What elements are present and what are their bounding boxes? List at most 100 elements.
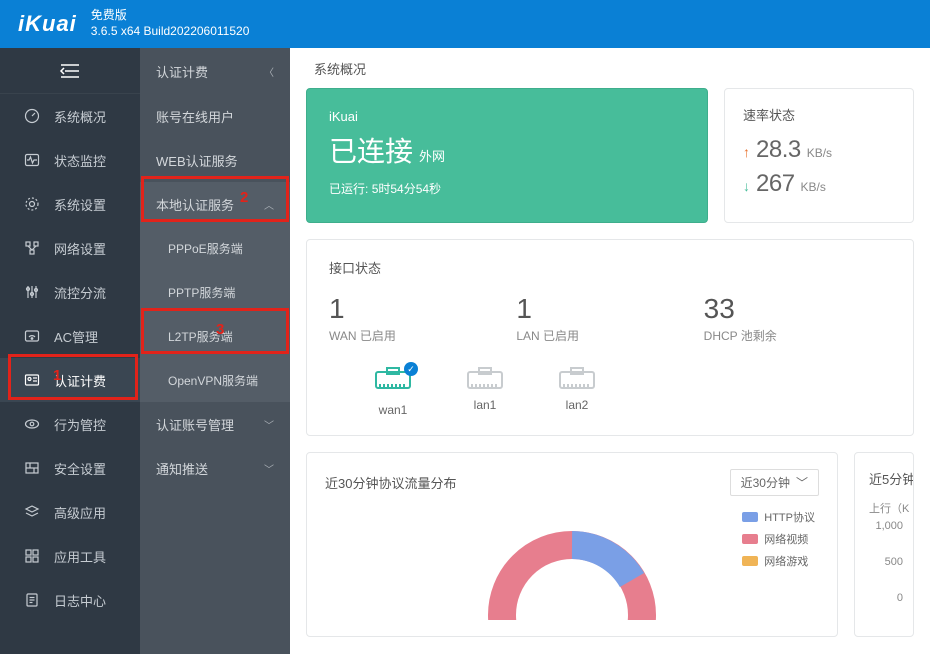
nav1-security[interactable]: 安全设置 bbox=[0, 446, 140, 490]
nav2-label: 账号在线用户 bbox=[156, 107, 234, 126]
nav1-auth[interactable]: 认证计费 bbox=[0, 358, 140, 402]
menu-icon bbox=[59, 63, 81, 79]
nav1-status[interactable]: 状态监控 bbox=[0, 138, 140, 182]
nav2-openvpn[interactable]: OpenVPN服务端 bbox=[140, 358, 290, 402]
nav2-pppoe[interactable]: PPPoE服务端 bbox=[140, 226, 290, 270]
iface-stat-lan: 1LAN 已启用 bbox=[516, 293, 703, 344]
traffic-legend: HTTP协议 网络视频 网络游戏 bbox=[742, 509, 815, 575]
nav1-behavior[interactable]: 行为管控 bbox=[0, 402, 140, 446]
wifi-icon bbox=[20, 328, 44, 344]
ethernet-port-icon bbox=[558, 366, 596, 392]
port-name: lan2 bbox=[566, 398, 589, 412]
port-name: wan1 bbox=[379, 403, 408, 417]
nav1-label: 流控分流 bbox=[54, 283, 106, 302]
sidebar-primary: 系统概况 状态监控 系统设置 网络设置 流控分流 AC管理 认证计费 行为管控 … bbox=[0, 48, 140, 654]
gauge-icon bbox=[20, 108, 44, 124]
check-icon: ✓ bbox=[404, 362, 418, 376]
rate-title: 速率状态 bbox=[743, 105, 895, 124]
card-rate: 速率状态 ↑ 28.3 KB/s ↓ 267 KB/s bbox=[724, 88, 914, 223]
nav1-label: 安全设置 bbox=[54, 459, 106, 478]
nav2-head[interactable]: 认证计费 〈 bbox=[140, 48, 290, 94]
nav2-label: 通知推送 bbox=[156, 459, 208, 478]
nav1-label: AC管理 bbox=[54, 327, 98, 346]
port-name: lan1 bbox=[474, 398, 497, 412]
iface-title: 接口状态 bbox=[329, 258, 891, 277]
connect-runtime: 已运行: 5时54分54秒 bbox=[329, 180, 685, 197]
arrow-up-icon: ↑ bbox=[743, 144, 750, 160]
rate-up-value: 28.3 bbox=[756, 136, 801, 164]
legend-swatch bbox=[742, 534, 758, 544]
version-label: 免费版 bbox=[91, 8, 250, 24]
legend-swatch bbox=[742, 512, 758, 522]
card-interface: 接口状态 1WAN 已启用 1LAN 已启用 33DHCP 池剩余 ✓ wan1… bbox=[306, 239, 914, 436]
eye-icon bbox=[20, 416, 44, 432]
port-wan1[interactable]: ✓ wan1 bbox=[353, 366, 433, 417]
app-header: iKuai 免费版 3.6.5 x64 Build202206011520 bbox=[0, 0, 930, 48]
nav1-label: 状态监控 bbox=[54, 151, 106, 170]
legend-item: 网络游戏 bbox=[742, 553, 815, 569]
nav2-online-users[interactable]: 账号在线用户 bbox=[140, 94, 290, 138]
nav1-label: 日志中心 bbox=[54, 591, 106, 610]
id-card-icon bbox=[20, 372, 44, 388]
nav1-network[interactable]: 网络设置 bbox=[0, 226, 140, 270]
chevron-left-icon: 〈 bbox=[264, 64, 274, 79]
connect-brand: iKuai bbox=[329, 109, 685, 124]
nav2-label: 本地认证服务 bbox=[156, 195, 234, 214]
legend-item: 网络视频 bbox=[742, 531, 815, 547]
arrow-down-icon: ↓ bbox=[743, 178, 750, 194]
connect-status: 已连接 外网 bbox=[329, 130, 685, 170]
iface-stat-wan: 1WAN 已启用 bbox=[329, 293, 516, 344]
nav1-label: 网络设置 bbox=[54, 239, 106, 258]
chevron-down-icon: ﹀ bbox=[264, 417, 274, 432]
nav2-pptp[interactable]: PPTP服务端 bbox=[140, 270, 290, 314]
nav2-web-auth[interactable]: WEB认证服务 bbox=[140, 138, 290, 182]
sidebar-toggle[interactable] bbox=[0, 48, 140, 94]
nav1-ac[interactable]: AC管理 bbox=[0, 314, 140, 358]
rt-tick: 500 bbox=[869, 556, 903, 568]
rate-unit: KB/s bbox=[801, 180, 826, 194]
ethernet-port-icon bbox=[466, 366, 504, 392]
card-realtime: 近5分钟上 上行（K 1,000 500 0 bbox=[854, 452, 914, 637]
nav2-notify[interactable]: 通知推送﹀ bbox=[140, 446, 290, 490]
nav1-system[interactable]: 系统设置 bbox=[0, 182, 140, 226]
nav2-label: L2TP服务端 bbox=[168, 328, 233, 345]
nav2-label: PPPoE服务端 bbox=[168, 240, 243, 257]
rt-axis-label: 上行（K bbox=[869, 500, 903, 516]
grid-icon bbox=[20, 548, 44, 564]
port-lan1[interactable]: lan1 bbox=[445, 366, 525, 417]
gear-icon bbox=[20, 196, 44, 212]
rate-down-value: 267 bbox=[756, 170, 795, 198]
card-traffic: 近30分钟协议流量分布 近30分钟﹀ HTTP协议 网络视频 网络游戏 bbox=[306, 452, 838, 637]
chevron-up-icon: ︿ bbox=[264, 197, 274, 212]
port-lan2[interactable]: lan2 bbox=[537, 366, 617, 417]
nav2-label: WEB认证服务 bbox=[156, 151, 238, 170]
nav2-label: 认证账号管理 bbox=[156, 415, 234, 434]
nav1-flow[interactable]: 流控分流 bbox=[0, 270, 140, 314]
main-content: 系统概况 iKuai 已连接 外网 已运行: 5时54分54秒 速率状态 ↑ 2… bbox=[290, 48, 930, 654]
nav2-label: PPTP服务端 bbox=[168, 284, 235, 301]
rate-unit: KB/s bbox=[807, 146, 832, 160]
nav2-label: OpenVPN服务端 bbox=[168, 372, 258, 389]
traffic-range-select[interactable]: 近30分钟﹀ bbox=[730, 469, 819, 496]
nav1-label: 行为管控 bbox=[54, 415, 106, 434]
chevron-down-icon: ﹀ bbox=[796, 474, 808, 491]
version-info: 免费版 3.6.5 x64 Build202206011520 bbox=[91, 8, 250, 39]
nav1-advanced[interactable]: 高级应用 bbox=[0, 490, 140, 534]
nav1-overview[interactable]: 系统概况 bbox=[0, 94, 140, 138]
rt-tick: 1,000 bbox=[869, 520, 903, 532]
rate-download: ↓ 267 KB/s bbox=[743, 170, 895, 198]
nav2-local-auth[interactable]: 本地认证服务 ︿ bbox=[140, 182, 290, 226]
nav1-logs[interactable]: 日志中心 bbox=[0, 578, 140, 622]
iface-stat-dhcp: 33DHCP 池剩余 bbox=[704, 293, 891, 344]
nav1-tools[interactable]: 应用工具 bbox=[0, 534, 140, 578]
breadcrumb: 系统概况 bbox=[290, 48, 930, 88]
nav2-l2tp[interactable]: L2TP服务端 bbox=[140, 314, 290, 358]
donut-chart bbox=[477, 520, 667, 620]
rt-title: 近5分钟上 bbox=[869, 469, 903, 488]
layers-icon bbox=[20, 504, 44, 520]
nav2-head-label: 认证计费 bbox=[156, 62, 208, 81]
nav1-label: 系统设置 bbox=[54, 195, 106, 214]
nav2-account-mgmt[interactable]: 认证账号管理 ﹀ bbox=[140, 402, 290, 446]
network-icon bbox=[20, 240, 44, 256]
app-logo: iKuai bbox=[18, 11, 77, 37]
